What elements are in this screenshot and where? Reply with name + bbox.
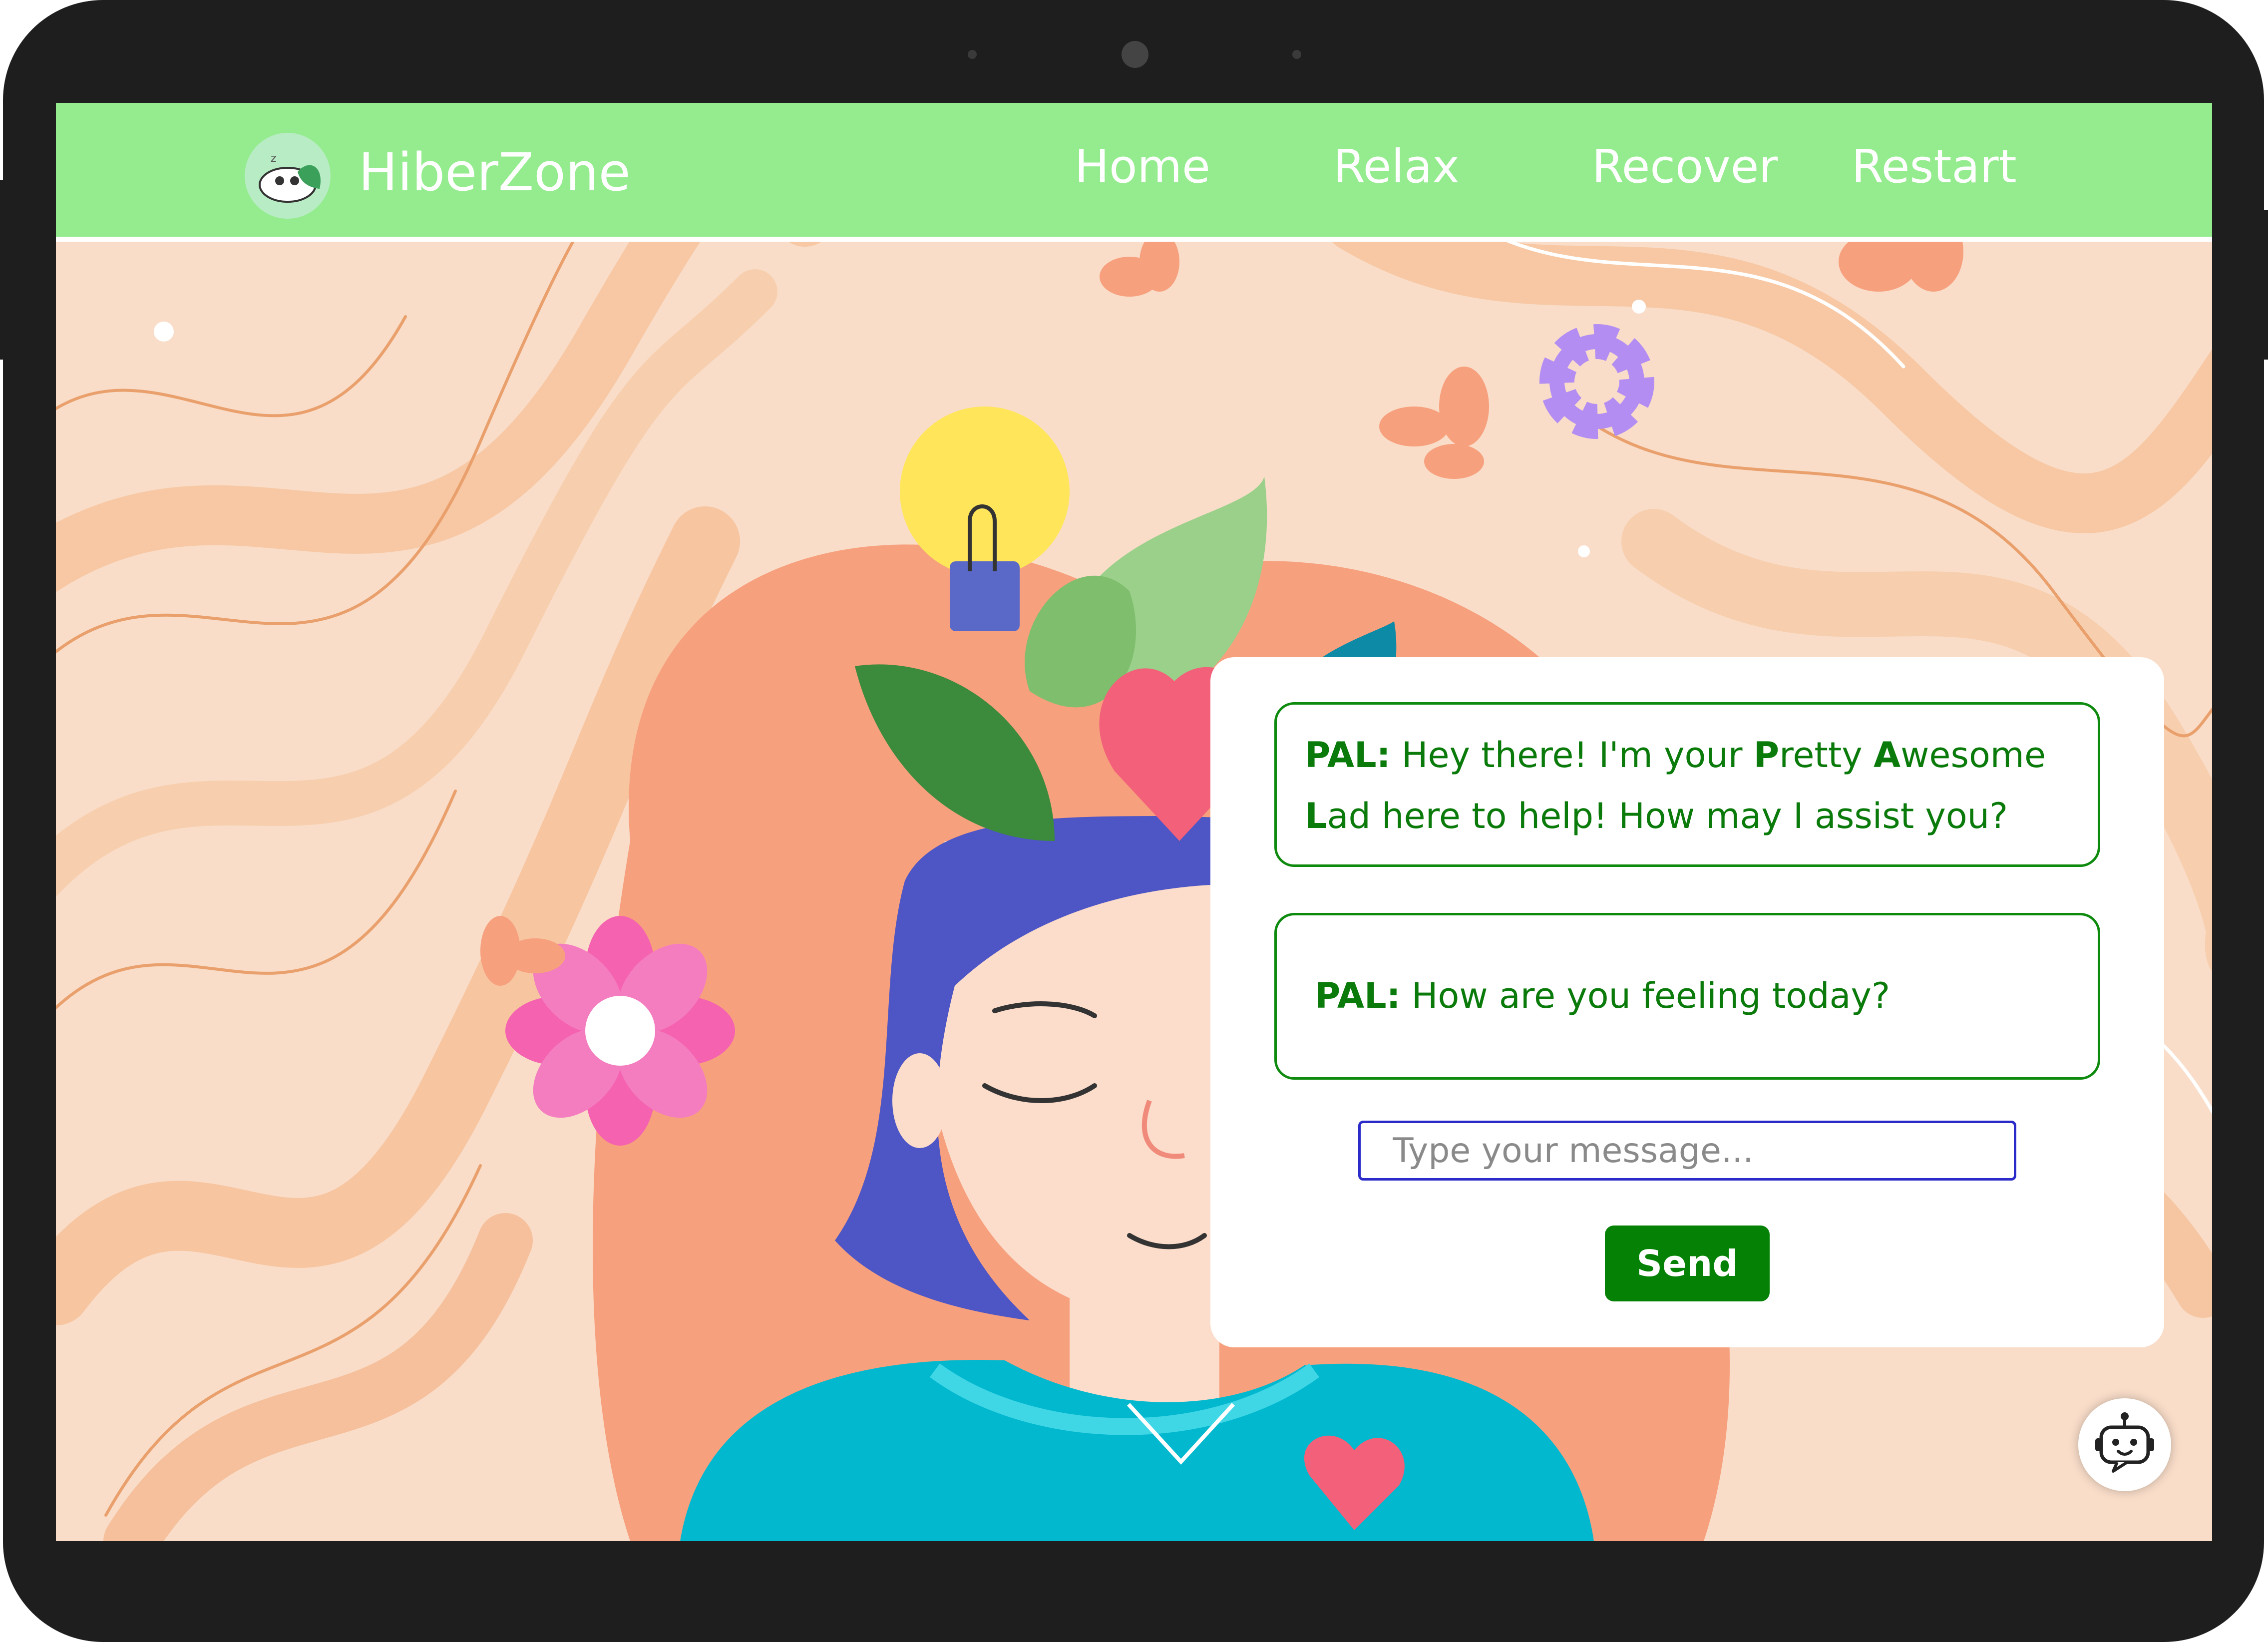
browser-screen: z HiberZone Home Relax Recover Restart P… (56, 103, 2212, 1541)
brand-name[interactable]: HiberZone (359, 142, 631, 203)
message-speaker: PAL: (1305, 735, 1391, 776)
side-button-left (0, 180, 7, 360)
nav-restart[interactable]: Restart (1852, 140, 2017, 193)
message-input[interactable] (1358, 1121, 2016, 1181)
message-text: Hey there! I'm your (1390, 735, 1754, 776)
message-text: retty (1779, 735, 1874, 776)
message-speaker: PAL: (1315, 975, 1401, 1016)
sensor-dot-right (1292, 50, 1301, 59)
side-button-right (2261, 210, 2268, 360)
robot-chat-icon[interactable] (2078, 1398, 2171, 1491)
message-text: ad here to help! How may I assist you? (1327, 796, 2008, 836)
acronym-letter: A (1873, 735, 1901, 776)
nav-home[interactable]: Home (1075, 140, 1210, 193)
panda-leaf-logo-icon[interactable]: z (245, 133, 331, 219)
chatbot-panel: PAL: Hey there! I'm your Pretty Awesome … (1210, 657, 2164, 1347)
acronym-letter: L (1305, 796, 1327, 836)
send-button[interactable]: Send (1605, 1226, 1770, 1301)
sensor-dot-left (968, 50, 977, 59)
message-text: wesome (1900, 735, 2046, 776)
chat-message: PAL: Hey there! I'm your Pretty Awesome … (1274, 702, 2100, 867)
chat-message: PAL: How are you feeling today? (1274, 913, 2100, 1080)
nav-recover[interactable]: Recover (1592, 140, 1778, 193)
top-navbar: z HiberZone Home Relax Recover Restart (56, 103, 2212, 242)
svg-text:z: z (271, 152, 277, 165)
chevron-down-icon[interactable] (1124, 1399, 1238, 1469)
front-camera (1122, 41, 1148, 68)
message-text: How are you feeling today? (1400, 975, 1890, 1016)
acronym-letter: P (1753, 735, 1780, 776)
nav-relax[interactable]: Relax (1333, 140, 1460, 193)
